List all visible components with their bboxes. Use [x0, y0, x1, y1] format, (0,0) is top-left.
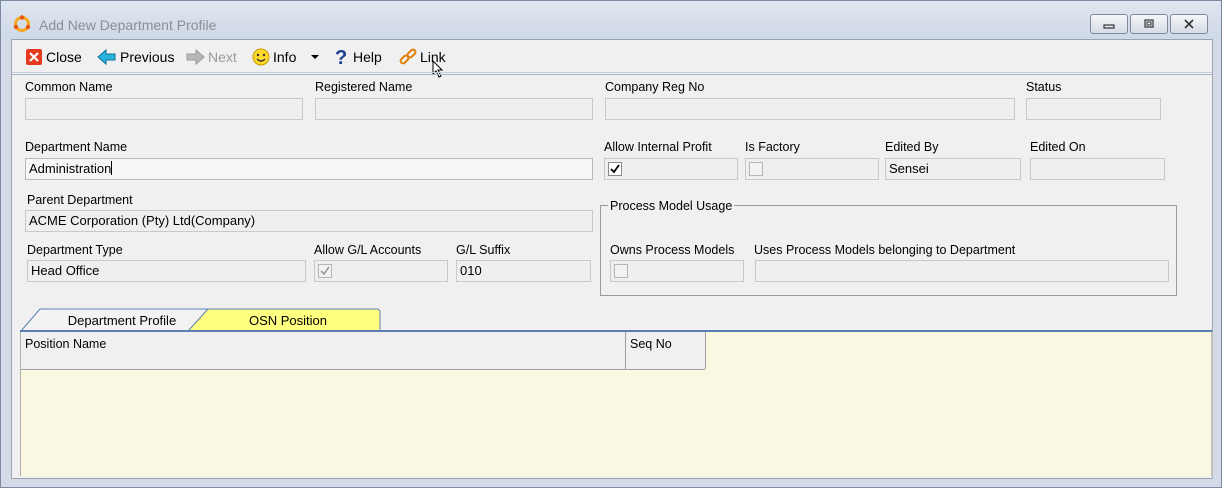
restore-icon [1144, 19, 1154, 28]
allow-gl-accounts-checkbox[interactable] [318, 264, 332, 278]
checkmark-icon [610, 164, 620, 174]
registered-name-field[interactable] [315, 98, 593, 120]
tab-department-profile[interactable]: Department Profile [42, 308, 202, 332]
column-divider-end[interactable] [705, 332, 706, 369]
minimize-icon [1103, 24, 1115, 29]
parent-department-label: Parent Department [27, 193, 133, 207]
previous-label: Previous [120, 49, 175, 65]
tab-osn-position[interactable]: OSN Position [208, 308, 368, 332]
toolbar-divider-lower [12, 74, 1212, 75]
gl-suffix-label: G/L Suffix [456, 243, 511, 257]
gl-suffix-field[interactable]: 010 [456, 260, 591, 282]
window-title: Add New Department Profile [39, 17, 217, 33]
registered-name-label: Registered Name [315, 80, 413, 94]
window-close-button[interactable] [1170, 14, 1208, 34]
form-client-area: Close Previous Next Info ? Help Link Com… [11, 39, 1213, 479]
info-button[interactable]: Info [252, 47, 296, 67]
process-model-usage-title: Process Model Usage [608, 199, 735, 213]
common-name-field[interactable] [25, 98, 303, 120]
minimize-button[interactable] [1090, 14, 1128, 34]
owns-process-models-field [610, 260, 744, 282]
info-label: Info [273, 49, 297, 65]
grid-header: Position Name Seq No [21, 332, 706, 370]
app-window: Add New Department Profile Close Previou… [0, 0, 1222, 488]
checkmark-icon [320, 266, 330, 276]
smiley-icon [252, 48, 270, 66]
close-button[interactable]: Close [25, 47, 82, 67]
close-x-icon [1184, 19, 1194, 29]
is-factory-field [745, 158, 879, 180]
restore-button[interactable] [1130, 14, 1168, 34]
common-name-label: Common Name [25, 80, 113, 94]
text-caret [111, 161, 113, 175]
uses-process-models-field[interactable] [755, 260, 1169, 282]
uses-process-models-label: Uses Process Models belonging to Departm… [754, 243, 1016, 257]
edited-by-field: Sensei [885, 158, 1021, 180]
edited-on-label: Edited On [1030, 140, 1086, 154]
help-button[interactable]: ? Help [334, 47, 382, 67]
title-bar[interactable]: Add New Department Profile [1, 1, 1221, 39]
previous-button[interactable]: Previous [97, 47, 174, 67]
dropdown-arrow-icon [311, 55, 319, 59]
close-icon [26, 49, 42, 65]
department-name-field[interactable]: Administration [25, 158, 593, 180]
status-label: Status [1026, 80, 1062, 94]
status-field[interactable] [1026, 98, 1161, 120]
toolbar-divider [12, 72, 1212, 73]
allow-internal-profit-label: Allow Internal Profit [604, 140, 712, 154]
question-mark-icon: ? [335, 47, 347, 67]
toolbar: Close Previous Next Info ? Help Link [12, 40, 1212, 78]
arrow-left-icon [97, 48, 116, 66]
department-type-label: Department Type [27, 243, 123, 257]
help-label: Help [353, 49, 382, 65]
next-button[interactable]: Next [185, 47, 237, 67]
next-label: Next [208, 49, 237, 65]
is-factory-checkbox[interactable] [749, 162, 763, 176]
allow-internal-profit-field [604, 158, 738, 180]
company-reg-no-field[interactable] [605, 98, 1015, 120]
svg-text:?: ? [335, 47, 347, 67]
company-reg-no-label: Company Reg No [605, 80, 705, 94]
column-divider[interactable] [625, 332, 626, 369]
column-header-seq-no[interactable]: Seq No [630, 337, 672, 351]
parent-department-field[interactable]: ACME Corporation (Pty) Ltd(Company) [25, 210, 593, 232]
chain-link-icon [399, 48, 417, 65]
osn-position-grid[interactable]: Position Name Seq No [20, 332, 1213, 476]
allow-internal-profit-checkbox[interactable] [608, 162, 622, 176]
allow-gl-accounts-field [314, 260, 448, 282]
grid-right-border [1211, 332, 1213, 476]
department-type-field[interactable]: Head Office [27, 260, 306, 282]
arrow-right-icon [186, 48, 205, 66]
owns-process-models-checkbox[interactable] [614, 264, 628, 278]
info-dropdown-button[interactable] [310, 47, 320, 67]
is-factory-label: Is Factory [745, 140, 800, 154]
close-label: Close [46, 49, 82, 65]
department-name-value: Administration [29, 161, 112, 176]
column-header-position-name[interactable]: Position Name [25, 337, 106, 351]
edited-by-label: Edited By [885, 140, 939, 154]
allow-gl-accounts-label: Allow G/L Accounts [314, 243, 422, 257]
edited-on-field [1030, 158, 1165, 180]
mouse-cursor-icon [432, 60, 444, 78]
owns-process-models-label: Owns Process Models [610, 243, 735, 257]
refresh-ring-icon [13, 15, 31, 32]
department-name-label: Department Name [25, 140, 128, 154]
